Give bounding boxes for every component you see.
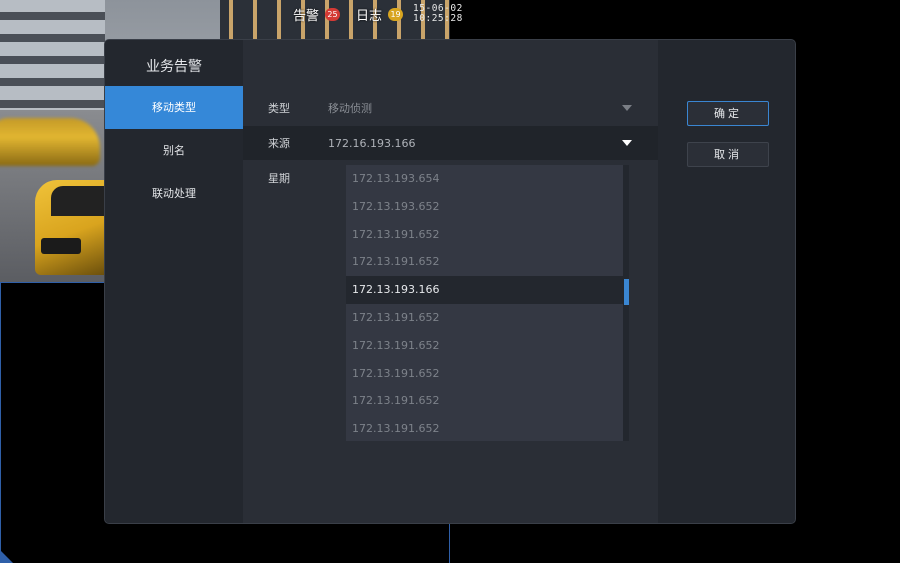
dropdown-option-selected[interactable]: 172.13.193.166 <box>346 276 629 304</box>
alarm-label[interactable]: 告警 <box>293 5 319 24</box>
feed-taxi-blurred <box>0 118 100 166</box>
source-select-value[interactable]: 172.16.193.166 <box>328 137 622 150</box>
dropdown-option[interactable]: 172.13.191.652 <box>346 415 629 441</box>
menu-item-linkage[interactable]: 联动处理 <box>105 172 243 215</box>
cancel-button[interactable]: 取消 <box>687 142 769 167</box>
dropdown-option[interactable]: 172.13.191.652 <box>346 387 629 415</box>
chevron-down-icon[interactable] <box>622 140 632 146</box>
dialog-title: 业务告警 <box>146 59 202 75</box>
source-row[interactable]: 来源 172.16.193.166 <box>243 126 658 160</box>
status-bar: 告警 25 日志 19 15-06-02 10:25:28 <box>293 2 463 26</box>
log-count-badge: 19 <box>388 7 404 21</box>
type-label: 类型 <box>268 102 290 115</box>
tile-corner-marker <box>1 551 13 563</box>
dropdown-option[interactable]: 172.13.191.652 <box>346 221 629 249</box>
dropdown-option[interactable]: 172.13.191.652 <box>346 332 629 360</box>
dropdown-scrollbar[interactable] <box>623 165 629 441</box>
source-label: 来源 <box>268 137 290 150</box>
type-select-value[interactable]: 移动侦测 <box>328 100 622 116</box>
menu-item-alias[interactable]: 别名 <box>105 129 243 172</box>
ok-button[interactable]: 确定 <box>687 101 769 126</box>
week-label: 星期 <box>268 172 290 185</box>
menu-item-motion-type[interactable]: 移动类型 <box>105 86 243 129</box>
dialog-sidebar: 业务告警 移动类型 别名 联动处理 <box>105 40 243 523</box>
dropdown-option[interactable]: 172.13.193.654 <box>346 165 629 193</box>
dropdown-scrollbar-thumb[interactable] <box>624 279 629 305</box>
dropdown-option[interactable]: 172.13.191.652 <box>346 304 629 332</box>
dropdown-option[interactable]: 172.13.191.652 <box>346 360 629 388</box>
log-label[interactable]: 日志 <box>356 5 382 24</box>
dropdown-option[interactable]: 172.13.191.652 <box>346 248 629 276</box>
clock-time: 10:25:28 <box>413 13 463 24</box>
business-alarm-dialog: 业务告警 移动类型 别名 联动处理 类型 移动侦测 来源 172.16.193.… <box>104 39 796 524</box>
clock: 15-06-02 10:25:28 <box>413 4 463 24</box>
type-row[interactable]: 类型 移动侦测 <box>243 91 658 125</box>
source-dropdown-list[interactable]: 172.13.193.654 172.13.193.652 172.13.191… <box>345 164 630 442</box>
dialog-actions: 确定 取消 <box>658 40 795 523</box>
alarm-count-badge: 25 <box>325 7 341 21</box>
dialog-content: 类型 移动侦测 来源 172.16.193.166 星期 172.13.193.… <box>243 40 658 523</box>
feed-taxi-window <box>51 186 105 216</box>
chevron-down-icon[interactable] <box>622 105 632 111</box>
feed-taxi-grill <box>41 238 81 254</box>
feed-taxi <box>35 180 105 275</box>
dropdown-option[interactable]: 172.13.193.652 <box>346 193 629 221</box>
